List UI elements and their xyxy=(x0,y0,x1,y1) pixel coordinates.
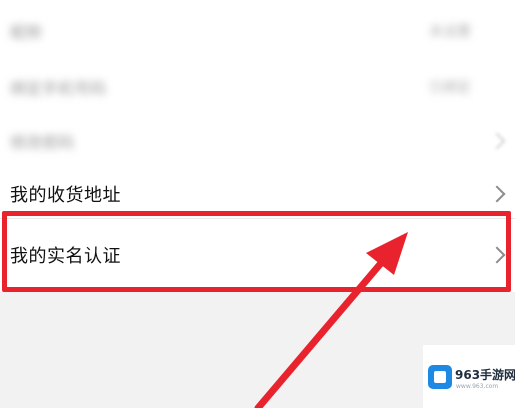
watermark-name: 963手游网 xyxy=(455,368,515,382)
watermark-url: www.963.com xyxy=(456,383,499,390)
site-logo-icon xyxy=(428,365,452,389)
watermark: 963手游网 www.963.com xyxy=(423,345,515,408)
